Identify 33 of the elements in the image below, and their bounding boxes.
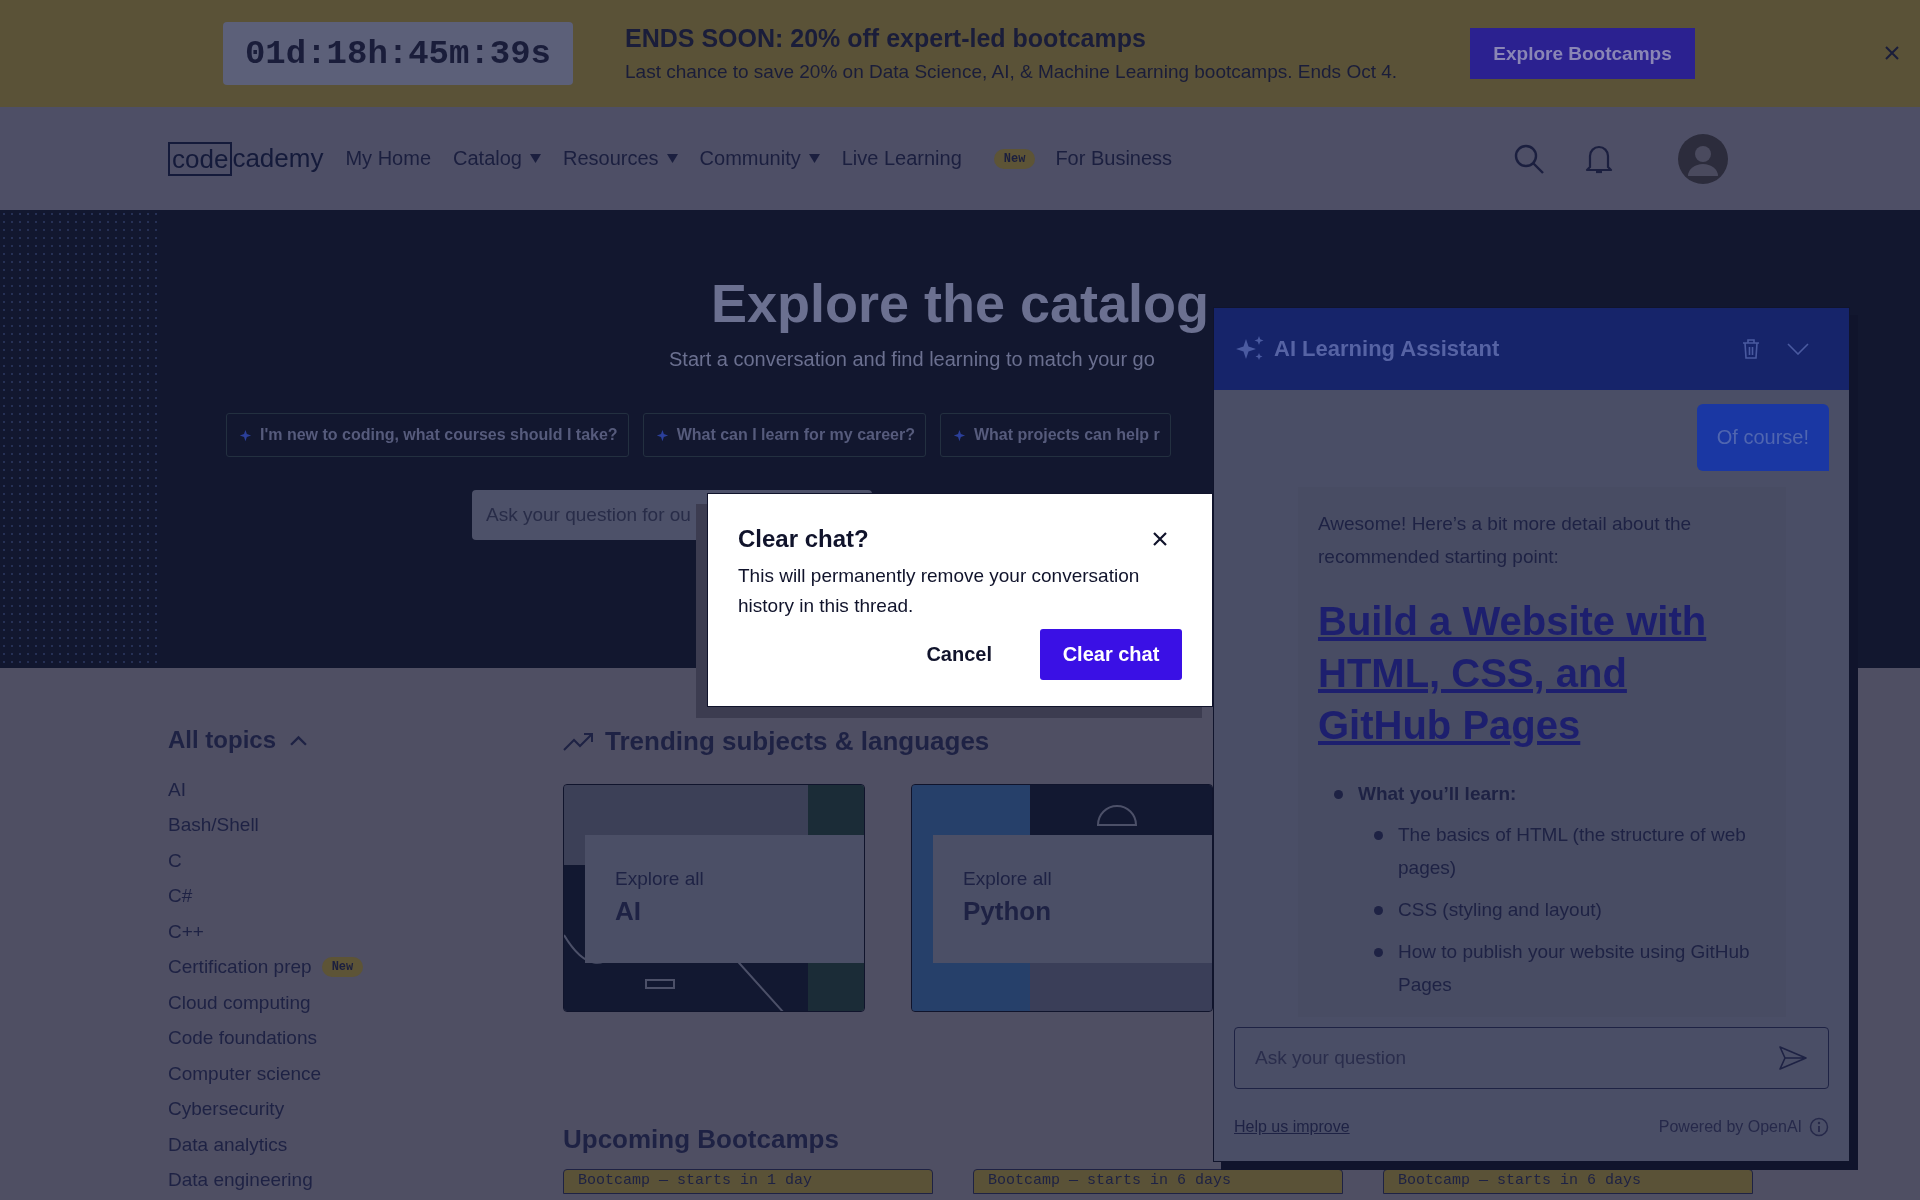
bullet-icon	[1374, 906, 1383, 915]
bootcamp-tag: Bootcamp — starts in 6 days	[973, 1169, 1343, 1194]
new-badge: New	[321, 957, 364, 978]
suggestion-chip[interactable]: What projects can help r	[939, 413, 1171, 457]
bootcamp-tag: Bootcamp — starts in 1 day	[563, 1169, 933, 1194]
suggestion-chip[interactable]: What can I learn for my career?	[642, 413, 926, 457]
chevron-icon[interactable]	[1787, 343, 1809, 355]
hero-title: Explore the catalog	[709, 272, 1211, 334]
trash-icon[interactable]	[1741, 338, 1761, 360]
countdown-timer: 01d:18h:45m:39s	[223, 22, 573, 85]
bullet-icon	[1374, 948, 1383, 957]
bootcamp-tag: Bootcamp — starts in 6 days	[1383, 1169, 1753, 1194]
sparkle-icon	[237, 427, 252, 443]
info-icon[interactable]	[1809, 1117, 1829, 1137]
close-icon[interactable]	[1152, 531, 1168, 547]
trend-icon	[563, 731, 595, 752]
logo[interactable]: codecademy	[168, 141, 324, 176]
cancel-button[interactable]: Cancel	[920, 642, 998, 667]
hero-subtitle: Start a conversation and find learning to match your go	[669, 348, 1155, 371]
suggestion-chip[interactable]: I'm new to coding, what courses should I take?	[226, 413, 629, 457]
dialog-text: This will permanently remove your conversation history in this thread.	[738, 564, 1141, 618]
promo-text: Last chance to save 20% on Data Science, AI, & Machine Learning bootcamps. Ends Oct 4.	[625, 61, 1399, 83]
chat-title: AI Learning Assistant	[1274, 336, 1500, 362]
avatar[interactable]	[1678, 133, 1728, 184]
promo-title: ENDS SOON: 20% off expert-led bootcamps	[625, 24, 1147, 53]
send-icon[interactable]	[1778, 1045, 1808, 1071]
bullet-icon	[1334, 790, 1343, 799]
clear-chat-button[interactable]: Clear chat	[1040, 629, 1182, 680]
new-badge: New	[993, 148, 1036, 169]
explore-bootcamps-button[interactable]: Explore Bootcamps	[1470, 28, 1695, 79]
chevron-icon[interactable]	[290, 734, 307, 746]
bullet-icon	[1374, 831, 1383, 840]
search-icon[interactable]	[1513, 142, 1545, 175]
